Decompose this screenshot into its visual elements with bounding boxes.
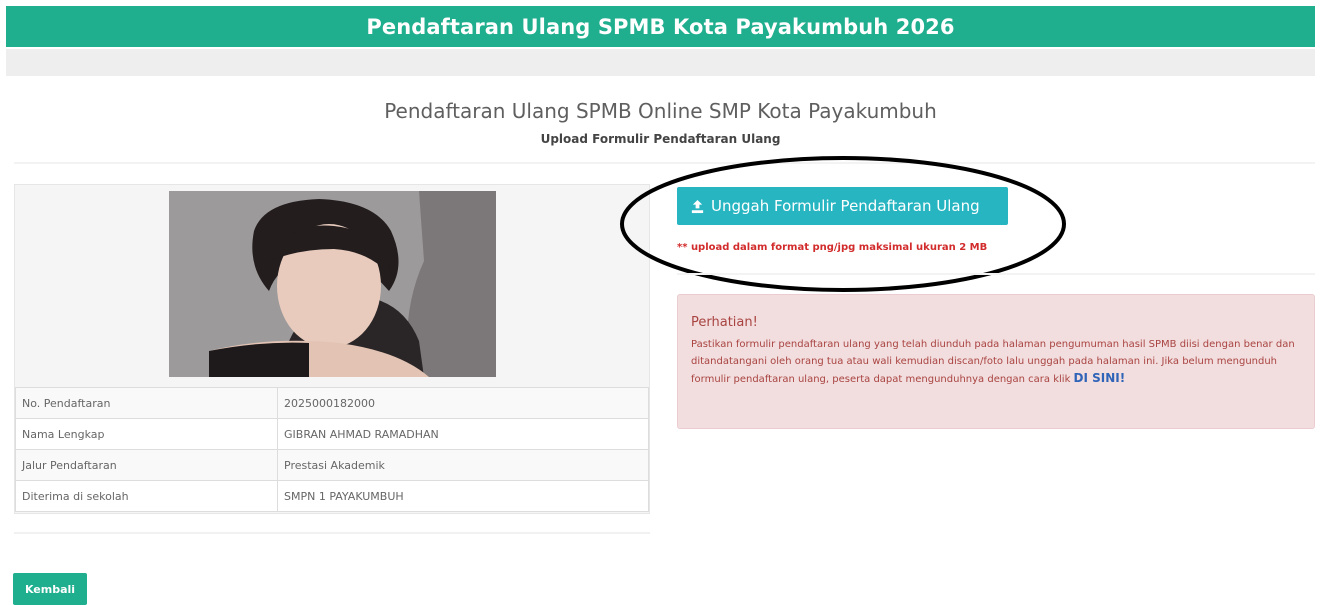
page-subtitle: Upload Formulir Pendaftaran Ulang — [540, 132, 781, 146]
row-value: Prestasi Akademik — [277, 449, 649, 481]
alert-body: Pastikan formulir pendaftaran ulang yang… — [691, 336, 1304, 388]
alert-box: Perhatian! Pastikan formulir pendaftaran… — [677, 294, 1315, 429]
profile-table: No. Pendaftaran 2025000182000 Nama Lengk… — [15, 387, 649, 512]
row-value: GIBRAN AHMAD RAMADHAN — [277, 418, 649, 450]
download-link[interactable]: DI SINI! — [1074, 371, 1126, 385]
navigation-bar — [6, 49, 1315, 76]
divider — [677, 273, 1315, 275]
row-value: 2025000182000 — [277, 387, 649, 419]
row-label: Diterima di sekolah — [15, 480, 278, 512]
profile-card: No. Pendaftaran 2025000182000 Nama Lengk… — [14, 184, 650, 514]
table-row: Nama Lengkap GIBRAN AHMAD RAMADHAN — [15, 418, 649, 450]
upload-icon — [691, 199, 704, 213]
upload-button-label: Unggah Formulir Pendaftaran Ulang — [711, 197, 980, 215]
page-title: Pendaftaran Ulang SPMB Online SMP Kota P… — [384, 99, 937, 123]
table-row: Jalur Pendaftaran Prestasi Akademik — [15, 449, 649, 481]
student-photo — [169, 191, 496, 377]
table-row: No. Pendaftaran 2025000182000 — [15, 387, 649, 419]
upload-note: ** upload dalam format png/jpg maksimal … — [677, 242, 988, 253]
alert-text: Pastikan formulir pendaftaran ulang yang… — [691, 339, 1295, 385]
back-button[interactable]: Kembali — [13, 573, 87, 605]
student-photo-illustration — [169, 191, 496, 377]
divider — [14, 162, 1315, 164]
row-label: Jalur Pendaftaran — [15, 449, 278, 481]
table-row: Diterima di sekolah SMPN 1 PAYAKUMBUH — [15, 480, 649, 512]
row-label: No. Pendaftaran — [15, 387, 278, 419]
header-bar: Pendaftaran Ulang SPMB Kota Payakumbuh 2… — [6, 6, 1315, 47]
row-label: Nama Lengkap — [15, 418, 278, 450]
alert-title: Perhatian! — [691, 315, 758, 330]
row-value: SMPN 1 PAYAKUMBUH — [277, 480, 649, 512]
upload-form-button[interactable]: Unggah Formulir Pendaftaran Ulang — [677, 187, 1008, 225]
header-title: Pendaftaran Ulang SPMB Kota Payakumbuh 2… — [366, 14, 955, 39]
divider — [14, 532, 650, 534]
